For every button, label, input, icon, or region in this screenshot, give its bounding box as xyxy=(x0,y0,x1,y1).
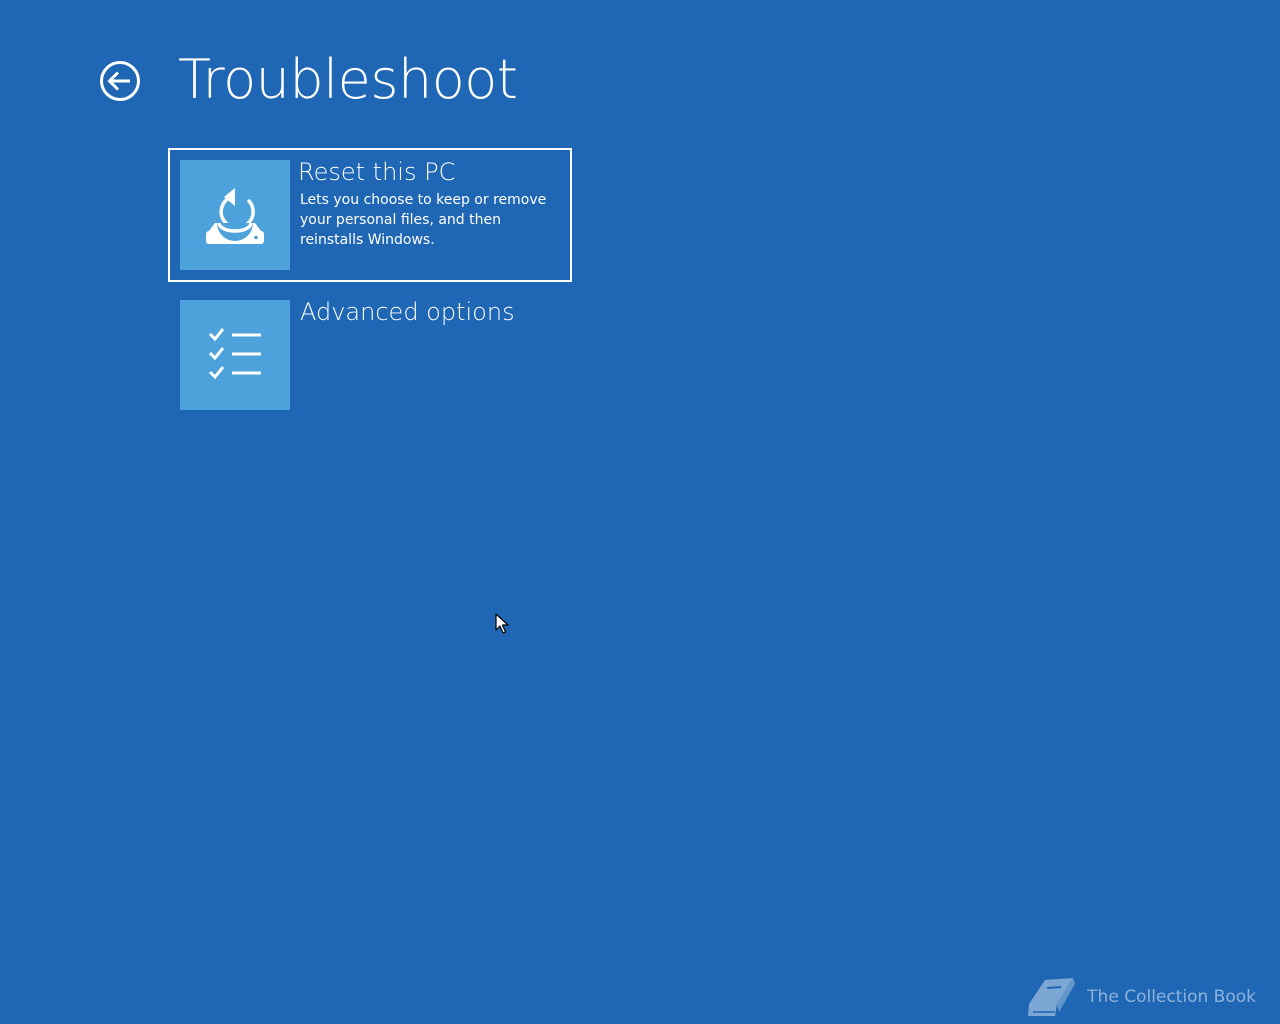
advanced-options-option[interactable]: Advanced options xyxy=(168,288,572,422)
reset-this-pc-option[interactable]: Reset this PC Lets you choose to keep or… xyxy=(168,148,572,282)
back-arrow-circle-icon[interactable] xyxy=(98,59,142,103)
watermark-text: The Collection Book xyxy=(1087,987,1256,1007)
checklist-icon xyxy=(208,328,261,380)
mouse-cursor-icon xyxy=(495,613,509,634)
troubleshoot-screen: Troubleshoot Reset this PC Lets you choo… xyxy=(0,0,1280,1024)
reset-pc-tile xyxy=(180,160,290,270)
option-title: Advanced options xyxy=(300,298,515,326)
reset-pc-icon xyxy=(206,188,264,244)
option-description: Lets you choose to keep or remove your p… xyxy=(300,192,547,248)
back-button[interactable] xyxy=(98,59,142,103)
book-icon xyxy=(1028,978,1076,1016)
advanced-options-tile xyxy=(180,300,290,410)
watermark: The Collection Book xyxy=(1025,974,1256,1020)
page-title: Troubleshoot xyxy=(178,48,518,111)
option-title: Reset this PC xyxy=(298,158,456,186)
